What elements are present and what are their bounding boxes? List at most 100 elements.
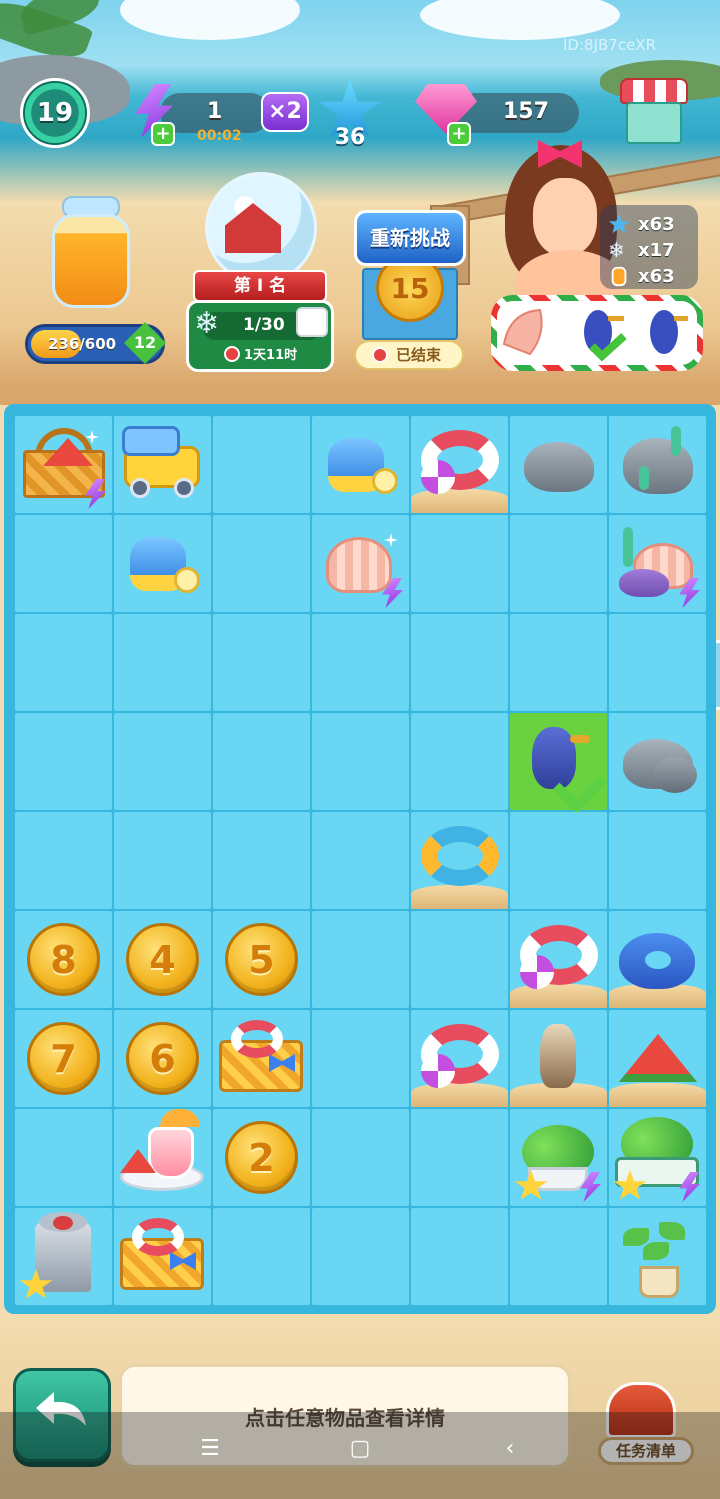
board-cell[interactable] (510, 713, 608, 814)
board-cell[interactable] (609, 416, 706, 513)
player-level-badge[interactable]: 19 (20, 78, 90, 148)
shell-icon (502, 308, 543, 356)
board-cell[interactable] (312, 812, 409, 909)
board-cell[interactable] (213, 812, 310, 909)
nav-menu-button[interactable]: ☰ (190, 1428, 230, 1468)
board-cell[interactable] (411, 515, 508, 612)
board-cell[interactable] (411, 1208, 508, 1305)
board-cell[interactable]: 2 (213, 1109, 310, 1206)
board-cell[interactable] (510, 812, 607, 909)
event-progress-text: 1/30 (243, 315, 285, 335)
board-cell[interactable] (114, 713, 211, 810)
coin-2-icon: 2 (213, 1109, 310, 1206)
board-cell[interactable] (213, 1010, 310, 1107)
board-cell[interactable] (510, 416, 607, 513)
board-cell[interactable] (213, 416, 310, 513)
board-cell[interactable] (114, 515, 211, 612)
board-cell[interactable]: 7 (15, 1010, 112, 1107)
board-cell[interactable] (411, 911, 508, 1008)
board-cell[interactable] (114, 1109, 211, 1206)
board-cell[interactable] (510, 515, 607, 612)
rock-icon (510, 416, 607, 513)
board-cell[interactable] (312, 416, 409, 513)
rechallenge-button[interactable]: 重新挑战 (354, 210, 466, 266)
reward-star-row: x63 (608, 212, 675, 236)
board-cell[interactable] (15, 713, 112, 810)
pelican-icon (510, 1010, 607, 1107)
board-cell[interactable] (15, 515, 112, 612)
board-cell[interactable] (510, 911, 607, 1008)
board-cell[interactable] (312, 1109, 409, 1206)
board-cell[interactable] (15, 416, 112, 513)
board-cell[interactable] (411, 614, 508, 711)
energy-multiplier-button[interactable]: ×2 (261, 92, 309, 132)
board-cell[interactable] (510, 614, 607, 711)
board-cell[interactable] (114, 614, 211, 711)
board-cell[interactable] (312, 713, 409, 810)
jar-level: 12 (133, 333, 157, 352)
board-cell[interactable] (213, 1208, 310, 1305)
board-cell[interactable] (609, 614, 706, 711)
board-cell[interactable] (510, 1208, 607, 1305)
board-cell[interactable]: 6 (114, 1010, 211, 1107)
board-cell[interactable] (411, 713, 508, 810)
board-cell[interactable] (609, 812, 706, 909)
board-cell[interactable] (15, 812, 112, 909)
board-cell[interactable] (213, 713, 310, 810)
board-cell[interactable] (312, 911, 409, 1008)
shop-button[interactable] (620, 78, 688, 148)
rocks-icon (609, 713, 706, 810)
ring-basket-icon (213, 1010, 310, 1107)
board-cell[interactable] (15, 1109, 112, 1206)
coin-7-icon: 7 (15, 1010, 112, 1107)
board-cell[interactable] (609, 515, 706, 612)
board-cell[interactable] (609, 1208, 706, 1305)
board-cell[interactable] (213, 614, 310, 711)
board-cell[interactable] (411, 416, 508, 513)
bird-icon (584, 310, 627, 362)
juicer-icon (15, 1208, 112, 1305)
board-cell[interactable] (213, 515, 310, 612)
event-rank-label: 第 I 名 (193, 270, 327, 302)
nav-home-button[interactable]: ▢ (340, 1428, 380, 1468)
board-cell[interactable] (15, 1208, 112, 1305)
challenge-status-badge: 已结束 (354, 340, 464, 370)
sand-truck-icon (114, 416, 211, 513)
board-cell[interactable] (510, 1010, 607, 1107)
board-cell[interactable] (411, 1010, 508, 1107)
board-cell[interactable] (609, 911, 706, 1008)
reward-star-count: x63 (638, 213, 675, 235)
board-cell[interactable] (114, 416, 211, 513)
board-cell[interactable] (609, 713, 706, 810)
juice-jar-icon[interactable] (50, 196, 132, 308)
board-cell[interactable] (609, 1010, 706, 1107)
bird-icon (650, 310, 688, 354)
board-cell[interactable] (312, 1010, 409, 1107)
board-cell[interactable] (312, 614, 409, 711)
blue-star-icon (608, 213, 630, 234)
snowflake-icon: ❄ (194, 306, 220, 341)
board-cell[interactable] (411, 1109, 508, 1206)
potted-plant-icon (609, 1208, 706, 1305)
board-cell[interactable]: 8 (15, 911, 112, 1008)
board-cell[interactable] (411, 812, 508, 909)
board-cell[interactable] (15, 614, 112, 711)
board-cell[interactable] (312, 515, 409, 612)
board-cell[interactable]: 4 (114, 911, 211, 1008)
merge-board: 845 762 (15, 416, 706, 1305)
clock-icon (224, 346, 240, 362)
add-energy-button[interactable]: + (151, 122, 175, 146)
energy-value: 1 (207, 99, 223, 124)
add-gems-button[interactable]: + (447, 122, 471, 146)
board-cell[interactable] (114, 812, 211, 909)
board-cell[interactable] (312, 1208, 409, 1305)
board-cell[interactable] (609, 1109, 706, 1206)
board-cell[interactable]: 5 (213, 911, 310, 1008)
challenge-coin-value: 15 (390, 271, 430, 305)
player-id-watermark: ID:8JB7ceXR (563, 36, 657, 54)
snowflake-icon: ❄ (608, 238, 625, 262)
board-cell[interactable] (114, 1208, 211, 1305)
nav-back-button[interactable]: ‹ (490, 1428, 530, 1468)
board-cell[interactable] (510, 1109, 607, 1206)
whale-ring-icon (609, 911, 706, 1008)
